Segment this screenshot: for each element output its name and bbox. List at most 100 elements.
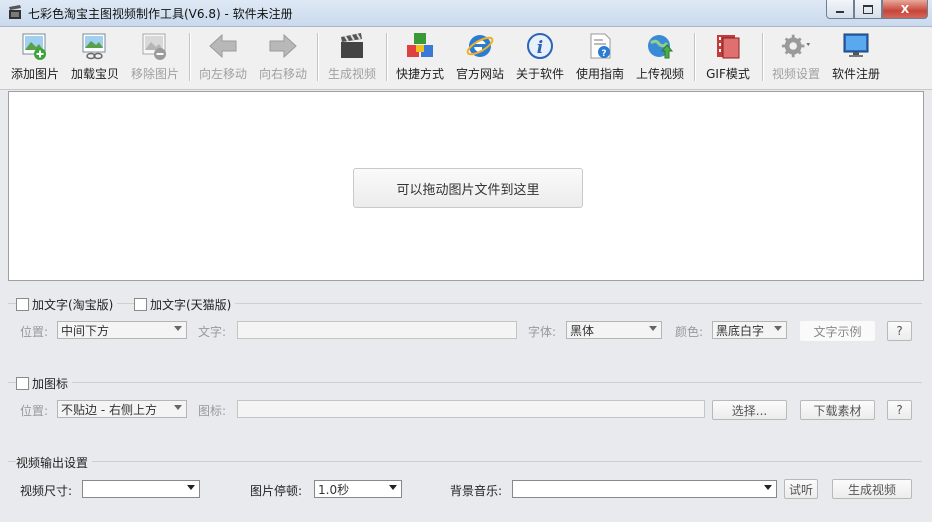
load-item-icon (82, 33, 106, 60)
icon-help-button[interactable]: ? (887, 400, 912, 420)
chevron-down-icon (764, 485, 772, 490)
close-button[interactable]: X (882, 0, 928, 19)
shortcut-button[interactable]: 快捷方式 (390, 31, 450, 85)
icon-position-label: 位置: (20, 404, 49, 418)
listen-button[interactable]: 试听 (784, 479, 818, 499)
icon-position-select[interactable]: 不贴边 - 右侧上方 (57, 400, 187, 418)
toolbar-separator (317, 33, 319, 81)
text-content-label: 文字: (198, 325, 227, 339)
download-assets-button[interactable]: 下载素材 (800, 400, 875, 420)
drop-hint-button[interactable]: 可以拖动图片文件到这里 (353, 168, 583, 208)
minimize-icon (836, 11, 844, 13)
color-select[interactable]: 黑底白字 (712, 321, 787, 339)
chevron-down-icon (174, 405, 182, 410)
guide-label: 使用指南 (575, 67, 624, 81)
about-button[interactable]: i 关于软件 (510, 31, 570, 85)
shortcut-label: 快捷方式 (395, 67, 444, 81)
add-image-icon (22, 33, 46, 60)
icon-path-label: 图标: (198, 404, 227, 418)
toolbar-separator (189, 33, 191, 81)
checkbox-box[interactable] (134, 298, 147, 311)
video-size-select[interactable] (82, 480, 200, 498)
gif-mode-button[interactable]: GIF模式 (698, 31, 758, 85)
text-position-select[interactable]: 中间下方 (57, 321, 187, 339)
chevron-down-icon (774, 326, 782, 331)
minimize-button[interactable] (826, 0, 854, 19)
checkbox-box[interactable] (16, 377, 29, 390)
image-pause-select[interactable]: 1.0秒 (314, 480, 402, 498)
add-image-button[interactable]: 添加图片 (5, 31, 65, 85)
background-music-label: 背景音乐: (450, 484, 503, 498)
clapperboard-icon (341, 33, 363, 58)
video-settings-label: 视频设置 (771, 67, 820, 81)
taobao-text-label: 加文字(淘宝版) (32, 298, 114, 312)
video-settings-button[interactable]: 视频设置 (766, 31, 826, 85)
toolbar-separator (762, 33, 764, 81)
color-value: 黑底白字 (716, 323, 765, 338)
move-left-button[interactable]: 向左移动 (193, 31, 253, 85)
checkbox-box[interactable] (16, 298, 29, 311)
guide-button[interactable]: ? 使用指南 (570, 31, 630, 85)
load-item-button[interactable]: 加载宝贝 (65, 31, 125, 85)
background-music-select[interactable] (512, 480, 777, 498)
font-value: 黑体 (570, 323, 595, 338)
taobao-text-checkbox[interactable]: 加文字(淘宝版) (16, 296, 118, 313)
font-label: 字体: (528, 325, 557, 339)
color-label: 颜色: (675, 325, 704, 339)
help-document-icon: ? (590, 33, 611, 59)
window-controls: X (826, 0, 928, 19)
maximize-icon (863, 4, 873, 14)
gear-icon (781, 34, 811, 58)
text-sample-button[interactable]: 文字示例 (800, 321, 875, 341)
chevron-down-icon (187, 485, 195, 490)
move-right-button[interactable]: 向右移动 (253, 31, 313, 85)
remove-image-button[interactable]: 移除图片 (125, 31, 185, 85)
chevron-down-icon (649, 326, 657, 331)
image-pause-label: 图片停顿: (250, 484, 303, 498)
register-button[interactable]: 软件注册 (826, 31, 886, 85)
chevron-down-icon (174, 326, 182, 331)
close-icon: X (900, 2, 910, 16)
icon-path-input[interactable] (237, 400, 705, 418)
text-content-input[interactable] (237, 321, 517, 339)
text-help-button[interactable]: ? (887, 321, 912, 341)
register-label: 软件注册 (831, 67, 880, 81)
toolbar-separator (386, 33, 388, 81)
video-size-label: 视频尺寸: (20, 484, 73, 498)
icon-position-value: 不贴边 - 右侧上方 (61, 402, 157, 417)
arrow-right-icon (269, 33, 297, 59)
svg-text:?: ? (601, 49, 606, 59)
about-label: 关于软件 (515, 67, 564, 81)
globe-upload-icon (648, 35, 674, 59)
gif-mode-label: GIF模式 (706, 67, 750, 81)
image-pause-value: 1.0秒 (318, 482, 350, 497)
text-position-label: 位置: (20, 325, 49, 339)
tmall-text-label: 加文字(天猫版) (150, 298, 232, 312)
move-right-label: 向右移动 (258, 67, 307, 81)
clapperboard-icon (9, 5, 21, 19)
upload-video-button[interactable]: 上传视频 (630, 31, 690, 85)
tmall-text-checkbox[interactable]: 加文字(天猫版) (134, 296, 236, 313)
upload-video-label: 上传视频 (635, 67, 684, 81)
generate-video-label: 生成视频 (327, 67, 376, 81)
font-select[interactable]: 黑体 (566, 321, 662, 339)
maximize-button[interactable] (854, 0, 882, 19)
arrow-left-icon (209, 33, 237, 59)
info-icon: i (527, 33, 553, 59)
monitor-icon (843, 33, 869, 57)
remove-image-label: 移除图片 (130, 67, 179, 81)
generate-video-button[interactable]: 生成视频 (832, 479, 912, 499)
toolbar-separator (694, 33, 696, 81)
filmstrip-icon (717, 35, 740, 59)
choose-icon-button[interactable]: 选择... (712, 400, 787, 420)
image-drop-area[interactable]: 可以拖动图片文件到这里 (8, 91, 924, 281)
generate-video-toolbar-button[interactable]: 生成视频 (322, 31, 382, 85)
remove-image-icon (142, 33, 166, 60)
title-bar: 七彩色淘宝主图视频制作工具(V6.8) - 软件未注册 X (0, 0, 932, 27)
add-icon-label: 加图标 (32, 377, 69, 391)
website-button[interactable]: 官方网站 (450, 31, 510, 85)
window-title: 七彩色淘宝主图视频制作工具(V6.8) - 软件未注册 (28, 7, 293, 21)
add-image-label: 添加图片 (10, 67, 59, 81)
add-icon-checkbox[interactable]: 加图标 (16, 375, 73, 392)
toolbar: 添加图片 加载宝贝 移除图片 向左移动 向右移动 生成视频 快捷方式 官方网站 … (0, 27, 932, 90)
